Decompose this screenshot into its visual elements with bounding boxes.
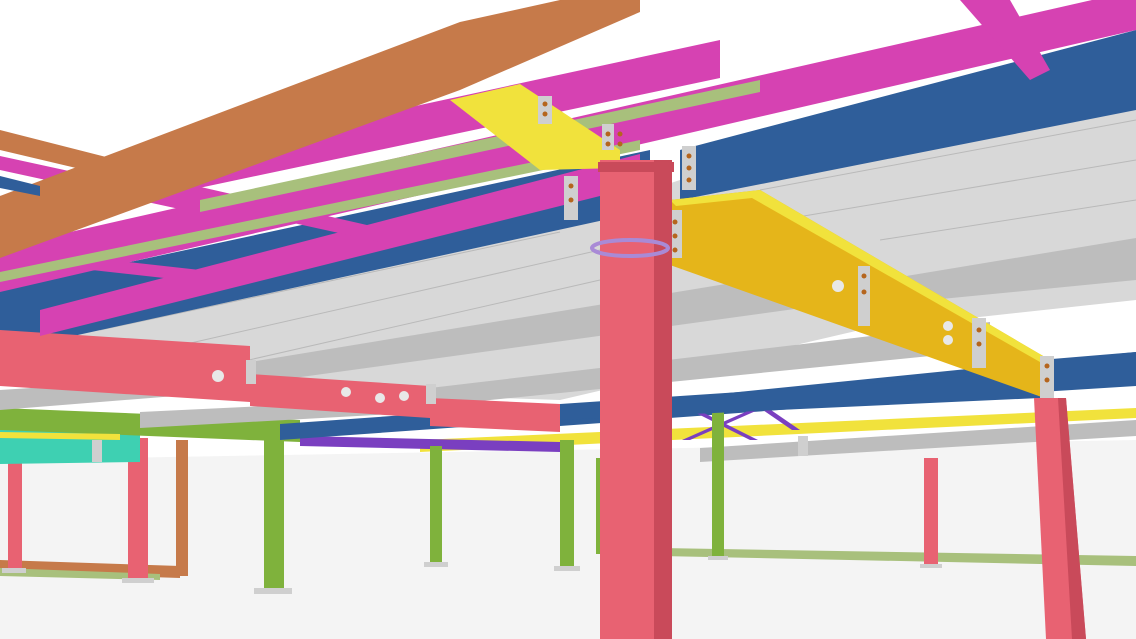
pink-column-main-shade	[654, 160, 672, 639]
bolt	[672, 247, 678, 253]
bolt	[542, 101, 548, 107]
main-column	[590, 160, 674, 639]
steel-structure-3d-view	[0, 0, 1136, 639]
bolt	[686, 153, 692, 159]
bolt-hole	[375, 393, 385, 403]
bolt	[542, 111, 548, 117]
bolt-hole	[341, 387, 351, 397]
green-column-5	[712, 410, 724, 558]
base-plate-icon	[708, 556, 728, 560]
bolt	[686, 165, 692, 171]
bolt-hole	[212, 370, 224, 382]
base-plate-icon	[2, 568, 26, 573]
bolt	[976, 327, 982, 333]
green-column-3	[560, 440, 574, 568]
bolt	[672, 233, 678, 239]
base-plate-icon	[254, 588, 292, 594]
green-column-2	[430, 446, 442, 564]
base-plate-icon	[554, 566, 580, 571]
connection-plate	[92, 440, 102, 462]
bolt	[605, 141, 611, 147]
bolt-hole	[943, 321, 953, 331]
bolt-hole	[943, 335, 953, 345]
connection-plate	[538, 96, 552, 124]
connection-plate	[246, 360, 256, 384]
base-plate-icon	[424, 562, 448, 567]
green-column-1	[264, 424, 284, 590]
bolt	[617, 131, 623, 137]
bolt	[1044, 377, 1050, 383]
bolt	[1044, 363, 1050, 369]
bolt-hole	[832, 280, 844, 292]
bolt	[617, 141, 623, 147]
red-girder-end	[430, 398, 560, 432]
bolt-hole	[399, 391, 409, 401]
base-plate-icon	[920, 564, 942, 568]
bolt	[861, 273, 867, 279]
bolt	[672, 219, 678, 225]
pink-column-mid-right	[924, 458, 938, 566]
connection-plate	[426, 384, 436, 404]
bolt	[861, 289, 867, 295]
bolt	[976, 341, 982, 347]
connection-plate	[798, 436, 808, 456]
column-cap	[598, 162, 674, 172]
bolt	[686, 177, 692, 183]
bolt	[568, 183, 574, 189]
bolt	[568, 197, 574, 203]
orange-column-left	[176, 440, 188, 576]
bolt	[605, 131, 611, 137]
base-plate-icon	[122, 578, 154, 583]
